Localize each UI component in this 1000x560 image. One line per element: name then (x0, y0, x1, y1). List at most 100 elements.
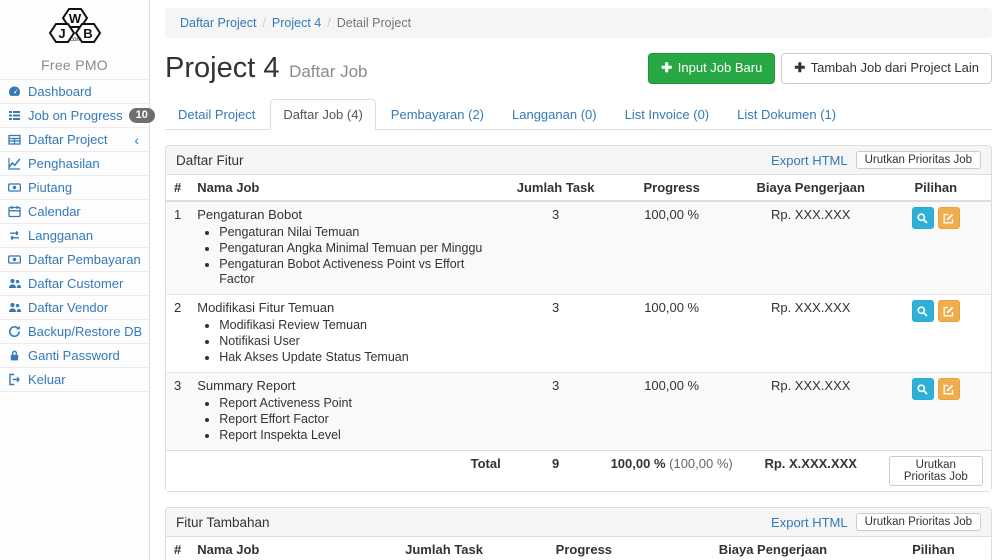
sidebar-item-label: Daftar Customer (28, 276, 141, 291)
fitur-tambahan-panel: Fitur Tambahan Export HTML Urutkan Prior… (165, 507, 992, 560)
header-actions: ✚ Input Job Baru ✚ Tambah Job dari Proje… (648, 53, 992, 84)
refresh-icon (8, 325, 22, 338)
daftar-fitur-panel: Daftar Fitur Export HTML Urutkan Priorit… (165, 145, 992, 492)
col-progress: Progress (498, 537, 671, 560)
job-name: Summary Report (197, 378, 500, 393)
tab-list-invoice[interactable]: List Invoice (0) (612, 99, 723, 130)
total-progress: 100,00 % (100,00 %) (603, 451, 741, 492)
job-name-cell: Pengaturan Bobot Pengaturan Nilai Temuan… (189, 201, 508, 295)
subtask-item: Pengaturan Nilai Temuan (219, 225, 500, 240)
cost-value: Rp. XXX.XXX (741, 373, 881, 451)
tab-detail-project[interactable]: Detail Project (165, 99, 268, 130)
search-icon (916, 212, 929, 225)
total-tasks: 9 (509, 451, 603, 492)
col-progress: Progress (603, 175, 741, 201)
sidebar-item-langganan[interactable]: Langganan (0, 223, 149, 247)
panel-title: Daftar Fitur (176, 153, 244, 168)
task-count: 3 (509, 373, 603, 451)
sidebar-item-piutang[interactable]: Piutang (0, 175, 149, 199)
plus-icon: ✚ (661, 60, 672, 75)
urutkan-prioritas-job-button[interactable]: Urutkan Prioritas Job (856, 513, 981, 531)
sidebar-item-label: Daftar Vendor (28, 300, 141, 315)
task-count: 3 (509, 295, 603, 373)
app-root: W J B .com Free PMO Dashboard Job on Pro… (0, 0, 1000, 560)
calendar-icon (8, 205, 22, 218)
fitur-tambahan-panel-heading: Fitur Tambahan Export HTML Urutkan Prior… (166, 508, 991, 537)
sidebar-item-daftar-vendor[interactable]: Daftar Vendor (0, 295, 149, 319)
svg-text:.com: .com (68, 37, 81, 43)
row-actions (881, 373, 991, 451)
input-job-baru-button[interactable]: ✚ Input Job Baru (648, 53, 775, 84)
col-biaya-pengerjaan: Biaya Pengerjaan (741, 175, 881, 201)
breadcrumb-daftar-project[interactable]: Daftar Project (180, 16, 256, 30)
pencil-square-icon (942, 305, 955, 318)
task-count: 3 (509, 201, 603, 295)
table-row: 2 Modifikasi Fitur Temuan Modifikasi Rev… (166, 295, 991, 373)
sidebar-item-daftar-project[interactable]: Daftar Project ‹ (0, 127, 149, 151)
row-actions (881, 201, 991, 295)
subtask-item: Pengaturan Angka Minimal Temuan per Ming… (219, 241, 500, 256)
sidebar-item-label: Daftar Pembayaran (28, 252, 141, 267)
table-row: 1 Pengaturan Bobot Pengaturan Nilai Temu… (166, 201, 991, 295)
table-total-row: Total 9 100,00 % (100,00 %) Rp. X.XXX.XX… (166, 451, 991, 492)
subtask-item: Report Inspekta Level (219, 428, 500, 443)
subtask-item: Hak Akses Update Status Temuan (219, 350, 500, 365)
edit-job-button[interactable] (938, 378, 960, 400)
sidebar-item-ganti-password[interactable]: Ganti Password (0, 343, 149, 367)
sidebar-item-label: Backup/Restore DB (28, 324, 142, 339)
sidebar-item-job-on-progress[interactable]: Job on Progress 10 (0, 103, 149, 127)
view-job-button[interactable] (912, 300, 934, 322)
pencil-square-icon (942, 212, 955, 225)
col-biaya-pengerjaan: Biaya Pengerjaan (670, 537, 876, 560)
view-job-button[interactable] (912, 378, 934, 400)
edit-job-button[interactable] (938, 207, 960, 229)
dashboard-icon (8, 85, 22, 98)
job-name: Modifikasi Fitur Temuan (197, 300, 500, 315)
col-jumlah-task: Jumlah Task (390, 537, 497, 560)
urutkan-prioritas-job-button[interactable]: Urutkan Prioritas Job (856, 151, 981, 169)
sidebar-item-label: Langganan (28, 228, 141, 243)
app-logo[interactable]: W J B .com Free PMO (0, 0, 149, 79)
sidebar: W J B .com Free PMO Dashboard Job on Pro… (0, 0, 150, 560)
table-header-row: # Nama Job Jumlah Task Progress Biaya Pe… (166, 537, 991, 560)
urutkan-prioritas-job-button[interactable]: Urutkan Prioritas Job (889, 456, 983, 486)
export-html-link[interactable]: Export HTML (771, 515, 848, 530)
table-header-row: # Nama Job Jumlah Task Progress Biaya Pe… (166, 175, 991, 201)
sidebar-item-penghasilan[interactable]: Penghasilan (0, 151, 149, 175)
svg-text:J: J (58, 26, 65, 41)
sidebar-item-dashboard[interactable]: Dashboard (0, 79, 149, 103)
progress-value: 100,00 % (603, 373, 741, 451)
job-name-cell: Modifikasi Fitur Temuan Modifikasi Revie… (189, 295, 508, 373)
row-num: 2 (166, 295, 189, 373)
breadcrumb-project-4[interactable]: Project 4 (272, 16, 321, 30)
sidebar-item-daftar-pembayaran[interactable]: Daftar Pembayaran (0, 247, 149, 271)
sidebar-item-label: Penghasilan (28, 156, 141, 171)
export-html-link[interactable]: Export HTML (771, 153, 848, 168)
tab-pembayaran[interactable]: Pembayaran (2) (378, 99, 497, 130)
sidebar-item-label: Calendar (28, 204, 141, 219)
page-title: Project 4 (165, 52, 279, 84)
job-name-cell: Summary Report Report Activeness Point R… (189, 373, 508, 451)
sidebar-item-keluar[interactable]: Keluar (0, 367, 149, 392)
jwb-hexagon-logo: W J B .com (39, 8, 111, 50)
money-icon (8, 253, 22, 266)
sidebar-item-backup-restore-db[interactable]: Backup/Restore DB (0, 319, 149, 343)
tambah-job-dari-project-lain-button[interactable]: ✚ Tambah Job dari Project Lain (781, 53, 992, 84)
panel-tools: Export HTML Urutkan Prioritas Job (771, 151, 981, 169)
sidebar-item-calendar[interactable]: Calendar (0, 199, 149, 223)
page-subtitle: Daftar Job (289, 62, 367, 81)
tab-list-dokumen[interactable]: List Dokumen (1) (724, 99, 849, 130)
sidebar-item-label: Piutang (28, 180, 141, 195)
table-row: 3 Summary Report Report Activeness Point… (166, 373, 991, 451)
edit-job-button[interactable] (938, 300, 960, 322)
sidebar-item-label: Job on Progress (28, 108, 123, 123)
breadcrumb-separator: / (262, 16, 265, 30)
progress-value: 100,00 % (603, 201, 741, 295)
sidebar-item-daftar-customer[interactable]: Daftar Customer (0, 271, 149, 295)
view-job-button[interactable] (912, 207, 934, 229)
total-label: Total (189, 451, 508, 492)
tab-langganan[interactable]: Langganan (0) (499, 99, 610, 130)
panel-tools: Export HTML Urutkan Prioritas Job (771, 513, 981, 531)
sidebar-item-label: Daftar Project (28, 132, 128, 147)
tab-daftar-job[interactable]: Daftar Job (4) (270, 99, 375, 130)
